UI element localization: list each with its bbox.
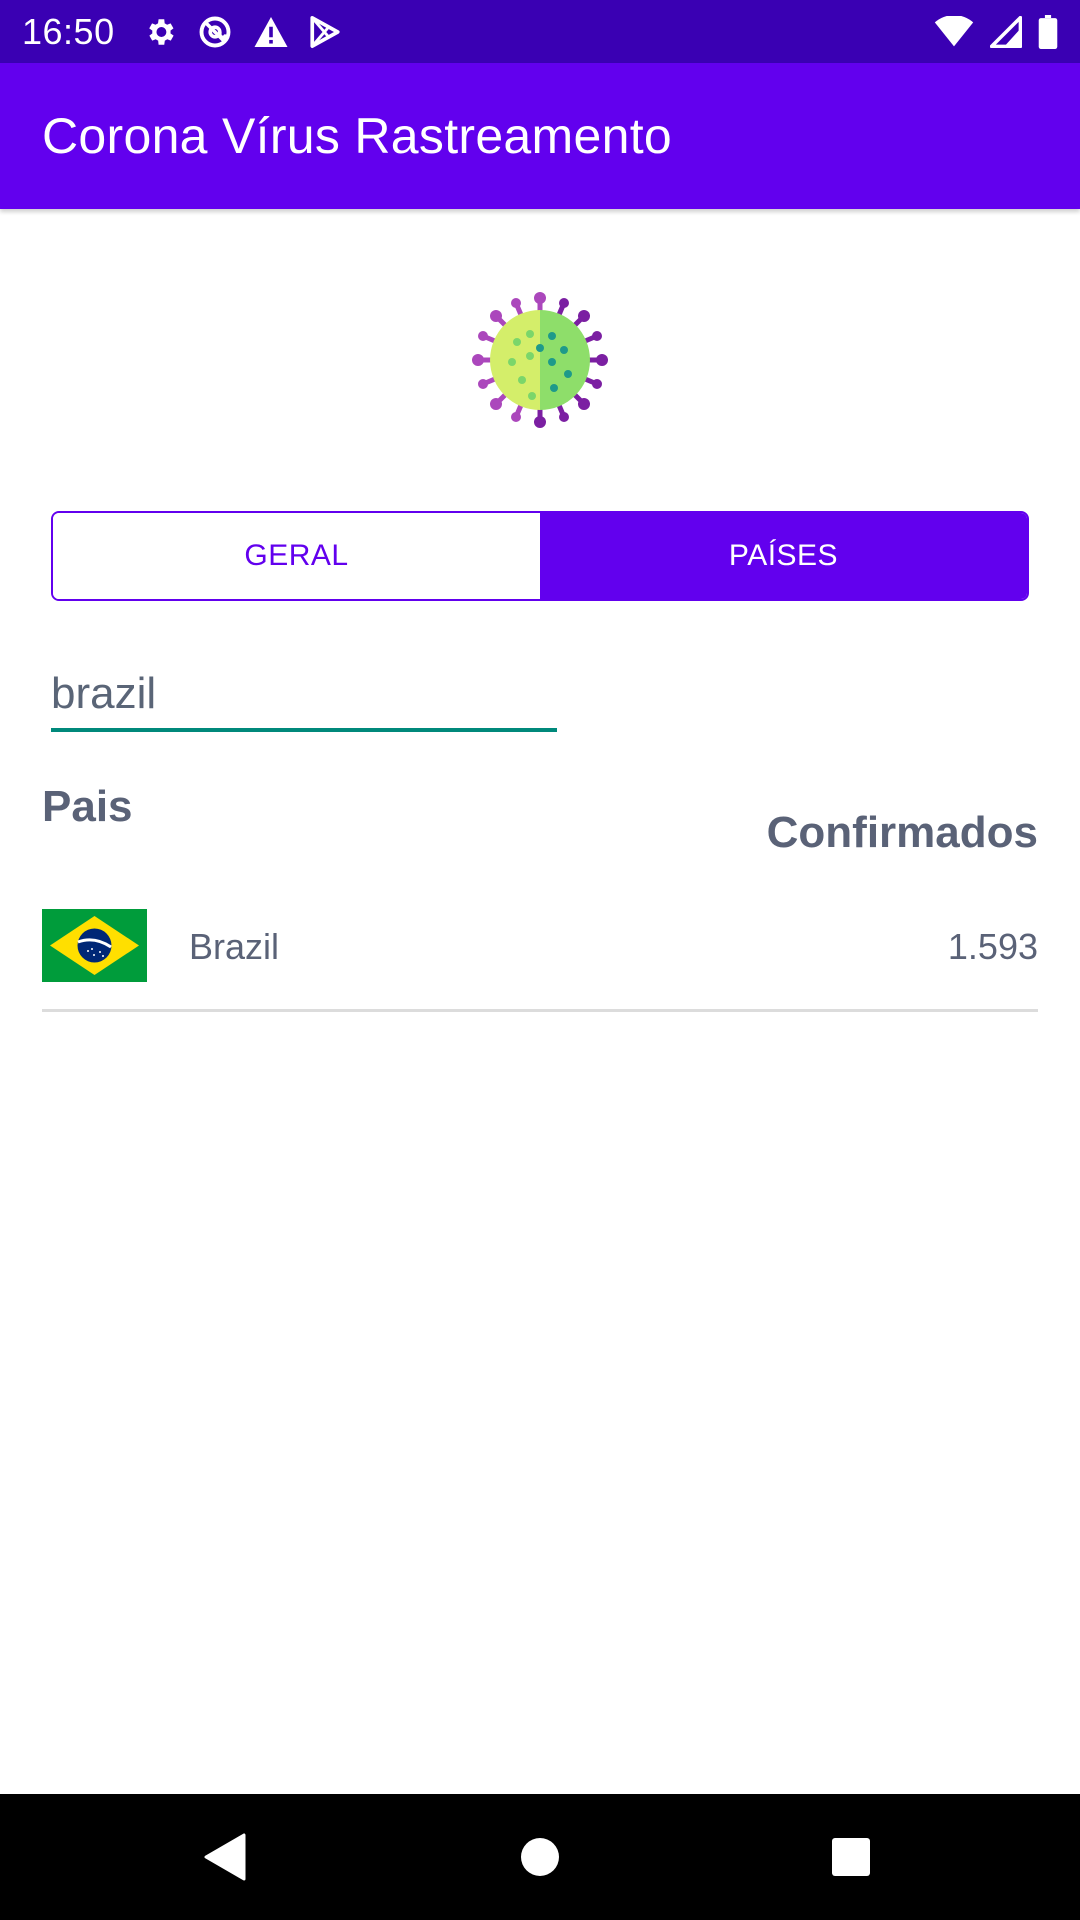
recents-icon[interactable]	[818, 1824, 884, 1890]
status-system-icons	[934, 14, 1058, 49]
status-notification-icons	[143, 14, 341, 50]
tab-geral[interactable]: GERAL	[53, 513, 540, 599]
home-icon[interactable]	[507, 1824, 573, 1890]
tab-paises[interactable]: PAÍSES	[540, 513, 1027, 599]
brazil-flag-icon	[42, 909, 147, 982]
signal-icon	[990, 15, 1022, 48]
tab-selector: GERAL PAÍSES	[51, 511, 1029, 601]
battery-icon	[1038, 14, 1058, 49]
at-sign-icon	[197, 14, 233, 50]
wifi-icon	[934, 15, 974, 48]
country-name: Brazil	[189, 926, 280, 967]
play-store-icon	[309, 15, 341, 49]
status-time: 16:50	[22, 10, 115, 52]
back-icon[interactable]	[192, 1824, 258, 1890]
virus-icon	[472, 292, 608, 428]
country-confirmed-count: 1.593	[947, 926, 1038, 967]
column-header-country: Pais	[42, 782, 133, 831]
status-bar: 16:50	[0, 0, 1080, 63]
app-title: Corona Vírus Rastreamento	[42, 108, 673, 164]
warning-icon	[253, 15, 289, 49]
app-bar: Corona Vírus Rastreamento	[0, 63, 1080, 209]
gear-icon	[143, 15, 177, 49]
country-search-input[interactable]	[51, 660, 557, 732]
country-row[interactable]: Brazil 1.593	[42, 906, 1038, 1012]
column-header-confirmed: Confirmados	[766, 808, 1038, 857]
navigation-bar	[0, 1794, 1080, 1920]
